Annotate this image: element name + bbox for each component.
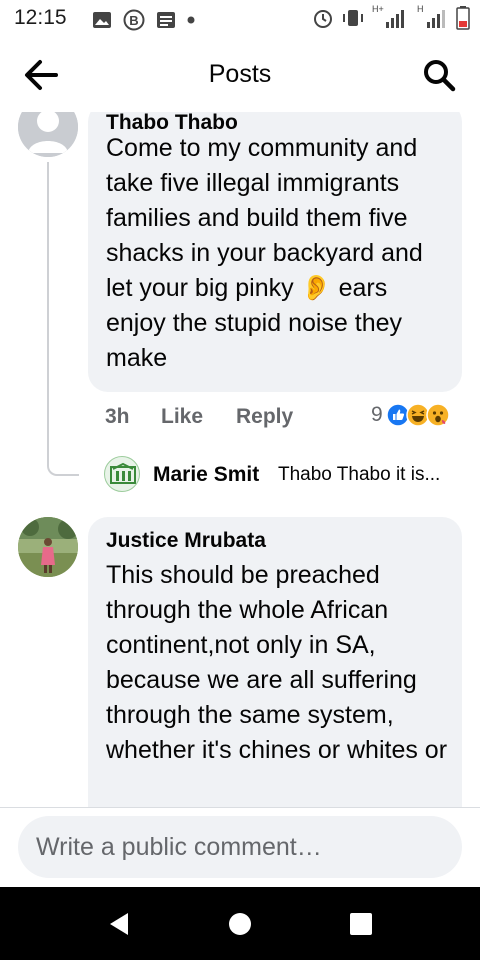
comment-actions: 3h Like Reply 9 bbox=[105, 403, 465, 433]
page-title: Posts bbox=[208, 60, 272, 88]
like-button[interactable]: Like bbox=[161, 405, 203, 429]
dot-icon bbox=[187, 16, 195, 24]
reply-author[interactable]: Marie Smit bbox=[153, 463, 259, 487]
avatar-marie[interactable] bbox=[104, 456, 140, 492]
comment-text: Come to my community and take five illeg… bbox=[106, 134, 423, 372]
back-nav-button[interactable] bbox=[106, 911, 132, 937]
comment-author[interactable]: Justice Mrubata bbox=[106, 529, 266, 553]
reply-button[interactable]: Reply bbox=[236, 405, 293, 429]
reaction-count: 9 bbox=[371, 403, 383, 426]
battery-low-icon bbox=[456, 6, 470, 30]
home-nav-button[interactable] bbox=[228, 912, 252, 936]
vibrate-icon bbox=[343, 10, 363, 26]
search-button[interactable] bbox=[422, 58, 456, 92]
b-badge-icon: B bbox=[123, 9, 145, 31]
comment-text: This should be preached through the whol… bbox=[106, 561, 448, 764]
default-avatar-icon bbox=[18, 112, 78, 157]
app-header: Posts bbox=[0, 36, 480, 112]
news-icon bbox=[157, 12, 175, 28]
comment-bubble[interactable]: Justice Mrubata This should be preached … bbox=[88, 517, 462, 807]
avatar-justice[interactable] bbox=[18, 517, 78, 577]
page-logo-icon bbox=[110, 462, 136, 484]
comment-composer: Write a public comment… bbox=[0, 807, 480, 888]
avatar-thabo[interactable] bbox=[18, 112, 78, 157]
gallery-icon bbox=[93, 12, 111, 28]
signal-h-icon: H bbox=[415, 4, 449, 30]
wow-reaction-icon bbox=[425, 403, 450, 427]
comment-bubble[interactable]: Thabo Thabo Come to my community and tak… bbox=[88, 112, 462, 392]
signal-h-plus-icon: H+ bbox=[372, 4, 408, 30]
reply-preview-text: Thabo Thabo it is... bbox=[278, 464, 441, 485]
android-navigation-bar bbox=[0, 887, 480, 960]
comment-timestamp: 3h bbox=[105, 405, 130, 428]
clock: 12:15 bbox=[14, 6, 67, 29]
reaction-summary[interactable]: 9 bbox=[371, 403, 450, 427]
comments-feed[interactable]: Thabo Thabo Come to my community and tak… bbox=[0, 112, 480, 807]
reply-thread-line bbox=[47, 162, 79, 476]
status-bar: 12:15 B H+ H bbox=[0, 0, 480, 36]
alarm-icon bbox=[314, 10, 332, 28]
system-icons: H+ H bbox=[312, 4, 470, 30]
comment-input[interactable]: Write a public comment… bbox=[18, 816, 462, 878]
reply-preview[interactable]: Marie Smit Thabo Thabo it is... bbox=[104, 454, 474, 494]
profile-photo bbox=[18, 517, 78, 577]
recents-nav-button[interactable] bbox=[349, 912, 373, 936]
svg-text:B: B bbox=[129, 13, 138, 28]
notification-icons: B bbox=[92, 9, 195, 31]
search-icon bbox=[424, 60, 456, 92]
